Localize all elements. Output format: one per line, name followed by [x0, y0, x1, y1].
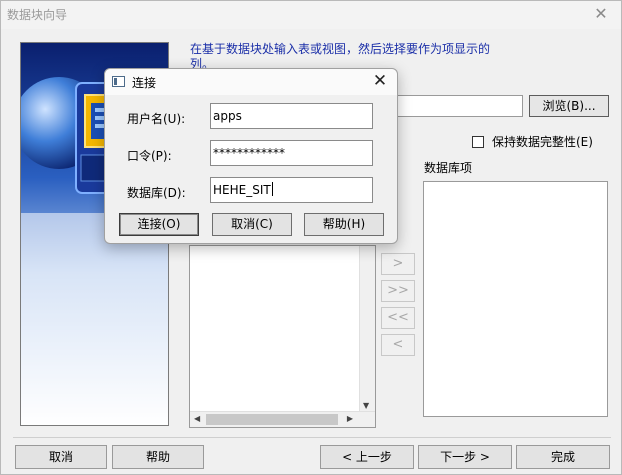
horizontal-scrollbar[interactable]: ◀ ▶: [190, 411, 375, 427]
password-label: 口令(P):: [127, 149, 172, 163]
move-all-right-button[interactable]: >>: [381, 280, 415, 302]
scroll-left-icon[interactable]: ◀: [194, 414, 200, 423]
db-items-label: 数据库项: [424, 161, 473, 175]
wizard-back-button[interactable]: < 上一步: [320, 445, 414, 469]
table-or-view-input[interactable]: [397, 95, 523, 117]
move-one-left-button[interactable]: <: [381, 334, 415, 356]
scroll-down-icon[interactable]: ▼: [363, 401, 369, 410]
wizard-next-button[interactable]: 下一步 >: [418, 445, 512, 469]
footer-divider: [13, 437, 611, 438]
move-one-right-button[interactable]: >: [381, 253, 415, 275]
keep-integrity-label: 保持数据完整性(E): [492, 135, 593, 149]
database-field[interactable]: HEHE_SIT: [210, 177, 373, 203]
db-items-list[interactable]: [423, 181, 608, 417]
connect-dialog-title: 连接: [132, 76, 157, 90]
wizard-titlebar: 数据块向导 ✕: [1, 1, 621, 29]
wizard-cancel-button[interactable]: 取消: [15, 445, 107, 469]
wizard-help-button[interactable]: 帮助: [112, 445, 204, 469]
app-window-icon: [112, 76, 125, 87]
available-columns-list[interactable]: ▼ ◀ ▶: [189, 245, 376, 428]
dialog-help-button[interactable]: 帮助(H): [304, 213, 384, 236]
wizard-close-icon[interactable]: ✕: [589, 3, 613, 25]
vertical-scrollbar[interactable]: ▼: [359, 246, 375, 412]
keep-integrity-checkbox[interactable]: [472, 136, 484, 148]
database-label: 数据库(D):: [127, 186, 186, 200]
username-label: 用户名(U):: [127, 112, 186, 126]
connect-dialog-close-icon[interactable]: ✕: [369, 70, 391, 92]
move-all-left-button[interactable]: <<: [381, 307, 415, 329]
username-field[interactable]: apps: [210, 103, 373, 129]
horizontal-scroll-thumb[interactable]: [206, 414, 338, 425]
scroll-right-icon[interactable]: ▶: [347, 414, 353, 423]
connect-button[interactable]: 连接(O): [119, 213, 199, 236]
wizard-title: 数据块向导: [7, 8, 68, 22]
dialog-cancel-button[interactable]: 取消(C): [212, 213, 292, 236]
password-field[interactable]: ************: [210, 140, 373, 166]
wizard-finish-button[interactable]: 完成: [516, 445, 610, 469]
connect-dialog-titlebar: 连接 ✕: [105, 69, 397, 95]
connect-dialog: 连接 ✕ 用户名(U): apps 口令(P): ************ 数据…: [104, 68, 398, 244]
database-field-value: HEHE_SIT: [213, 183, 271, 197]
browse-button[interactable]: 浏览(B)...: [529, 95, 609, 117]
keep-integrity-option[interactable]: 保持数据完整性(E): [472, 133, 593, 150]
